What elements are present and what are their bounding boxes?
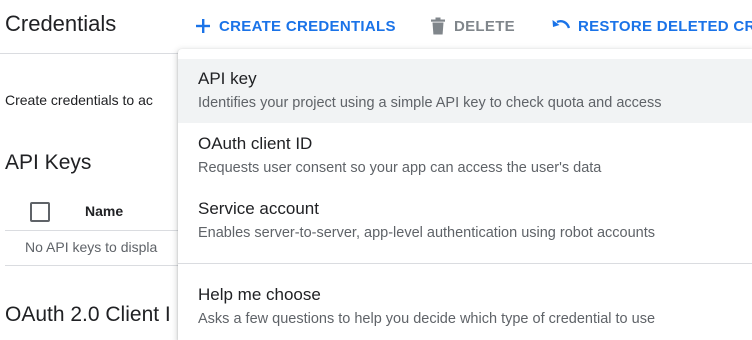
- header-bar: Credentials CREATE CREDENTIALS DELETE RE…: [0, 0, 752, 54]
- delete-label: DELETE: [454, 17, 515, 35]
- menu-item-title: Help me choose: [198, 285, 321, 304]
- menu-item-title: Service account: [198, 199, 319, 218]
- menu-item-api-key[interactable]: API key Identifies your project using a …: [178, 59, 752, 123]
- empty-state-text: No API keys to displa: [25, 239, 158, 255]
- create-credentials-button[interactable]: CREATE CREDENTIALS: [195, 15, 396, 37]
- page-title: Credentials: [5, 11, 117, 36]
- menu-item-description: Enables server-to-server, app-level auth…: [198, 225, 656, 241]
- select-all-checkbox[interactable]: [30, 202, 50, 222]
- intro-text: Create credentials to ac: [5, 92, 153, 108]
- trash-icon: [430, 17, 446, 35]
- menu-divider: [178, 263, 752, 264]
- delete-button[interactable]: DELETE: [430, 15, 515, 37]
- menu-item-title: API key: [198, 69, 257, 88]
- create-credentials-menu: API key Identifies your project using a …: [178, 49, 752, 340]
- column-header-name[interactable]: Name: [85, 203, 123, 219]
- credentials-page: Credentials CREATE CREDENTIALS DELETE RE…: [0, 0, 752, 340]
- menu-item-oauth-client-id[interactable]: OAuth client ID Requests user consent so…: [178, 124, 752, 188]
- menu-item-title: OAuth client ID: [198, 134, 313, 153]
- menu-item-description: Asks a few questions to help you decide …: [198, 311, 656, 327]
- plus-icon: [195, 18, 211, 34]
- oauth-clients-heading: OAuth 2.0 Client I: [5, 303, 171, 326]
- restore-label: RESTORE DELETED CRE: [578, 17, 752, 35]
- menu-item-service-account[interactable]: Service account Enables server-to-server…: [178, 189, 752, 253]
- menu-item-description: Identifies your project using a simple A…: [198, 95, 662, 111]
- menu-item-help-me-choose[interactable]: Help me choose Asks a few questions to h…: [178, 275, 752, 339]
- restore-deleted-credentials-button[interactable]: RESTORE DELETED CRE: [552, 15, 752, 37]
- undo-icon: [552, 19, 570, 33]
- menu-item-description: Requests user consent so your app can ac…: [198, 160, 602, 176]
- create-credentials-label: CREATE CREDENTIALS: [219, 17, 396, 35]
- api-keys-heading: API Keys: [5, 151, 92, 174]
